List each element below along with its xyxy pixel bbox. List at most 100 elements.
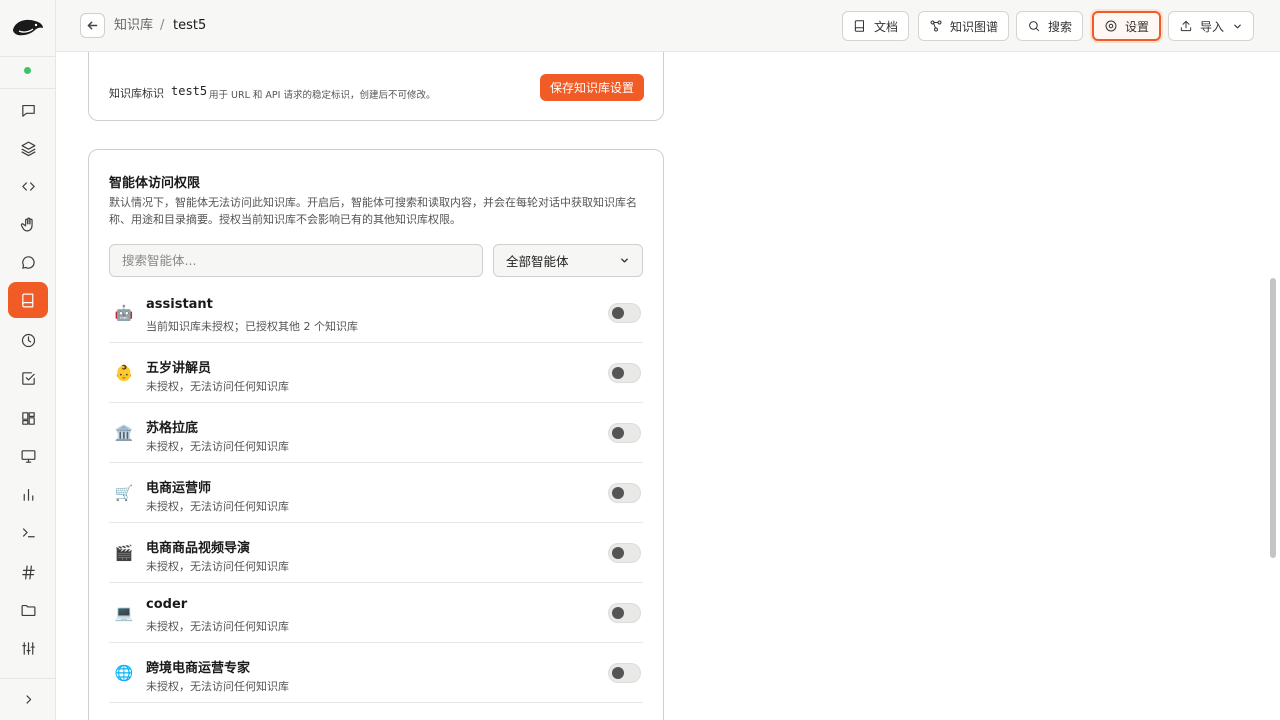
agent-name: 跨境电商运营专家 [146,661,251,676]
search-icon [1029,21,1040,32]
clock-icon [21,333,35,347]
nav-terminal[interactable] [8,514,48,550]
agent-row: 🎬 电商商品视频导演 未授权，无法访问任何知识库 [109,523,643,583]
agent-status: 未授权，无法访问任何知识库 [146,440,289,453]
agent-status: 当前知识库未授权；已授权其他 2 个知识库 [146,320,358,333]
agent-access-toggle[interactable] [608,363,641,383]
toggle-knob [612,307,624,319]
grid-icon [21,411,35,425]
nav-message[interactable] [8,244,48,280]
toggle-knob [612,367,624,379]
monitor-icon [21,449,35,463]
nav-channels[interactable] [8,554,48,590]
breadcrumb-separator: / [160,18,165,33]
search-button[interactable]: 搜索 [1016,11,1084,41]
chevron-down-icon [621,258,628,263]
sliders-icon [21,641,35,655]
agent-row: 🛒 电商运营师 未授权，无法访问任何知识库 [109,463,643,523]
agent-access-toggle[interactable] [608,543,641,563]
nav-stats[interactable] [8,476,48,512]
back-button[interactable] [80,13,105,38]
docs-button-label: 文档 [874,19,899,34]
breadcrumb-current: test5 [173,18,207,33]
agent-name: 电商商品视频导演 [146,541,251,556]
import-button-label: 导入 [1200,19,1225,34]
agent-row: 🌐 跨境电商运营专家 未授权，无法访问任何知识库 [109,643,643,703]
toggle-knob [612,487,624,499]
nav-settings[interactable] [8,630,48,666]
laptop-icon: 💻 [114,604,134,622]
nav-code[interactable] [8,168,48,204]
save-kb-settings-button[interactable]: 保存知识库设置 [540,74,644,101]
agent-name: assistant [146,297,213,312]
toggle-knob [612,427,624,439]
agent-name: 电商运营师 [146,481,212,496]
kb-id-value: test5 [171,84,208,98]
code-icon [21,181,35,191]
nav-knowledge-base[interactable] [8,282,48,318]
agent-access-toggle[interactable] [608,303,641,323]
knowledge-graph-button-label: 知识图谱 [950,19,999,34]
nav-layers[interactable] [8,130,48,166]
nav-tasks[interactable] [8,360,48,396]
docs-button[interactable]: 文档 [842,11,910,41]
toggle-knob [612,607,624,619]
agent-status: 未授权，无法访问任何知识库 [146,680,289,693]
page-scrollbar[interactable] [1270,278,1276,558]
agent-access-toggle[interactable] [608,603,641,623]
kb-id-hint: 用于 URL 和 API 请求的稳定标识，创建后不可修改。 [209,90,436,101]
agent-row: 👶 五岁讲解员 未授权，无法访问任何知识库 [109,343,643,403]
globe-icon: 🌐 [114,664,134,682]
import-button[interactable]: 导入 [1168,11,1255,41]
hand-icon [20,217,33,231]
nav-monitor[interactable] [8,438,48,474]
agent-filter-select[interactable]: 全部智能体 [493,244,643,277]
graph-icon [930,20,942,32]
child-icon: 👶 [114,364,134,382]
topbar: 知识库 / test5 文档 知识图谱 搜索 设置 导入 [56,0,1280,52]
upload-icon [1180,20,1192,32]
sidebar [0,0,56,720]
chat-icon [21,104,35,117]
nav-hand[interactable] [8,206,48,242]
book-icon [21,293,33,307]
gear-icon [1105,20,1117,32]
knowledge-graph-button[interactable]: 知识图谱 [918,11,1010,41]
agent-status: 未授权，无法访问任何知识库 [146,560,289,573]
agent-name: 苏格拉底 [146,421,199,436]
agent-access-toggle[interactable] [608,663,641,683]
agent-access-card: 智能体访问权限 默认情况下，智能体无法访问此知识库。开启后，智能体可搜索和读取内… [88,149,664,720]
checkbox-icon [21,371,35,385]
kb-settings-card: 知识库标识 test5 用于 URL 和 API 请求的稳定标识，创建后不可修改… [88,52,664,121]
agent-name: coder [146,597,188,612]
folder-icon [21,604,35,616]
terminal-icon [22,527,35,537]
clapperboard-icon: 🎬 [114,544,134,562]
section-title: 智能体访问权限 [109,176,201,191]
nav-apps[interactable] [8,400,48,436]
layers-icon [21,141,35,156]
expand-sidebar-button[interactable] [8,681,48,717]
agent-status: 未授权，无法访问任何知识库 [146,500,289,513]
toggle-knob [612,667,624,679]
sidebar-divider [0,56,56,57]
hash-icon [21,565,35,579]
agent-list: 🤖 assistant 当前知识库未授权；已授权其他 2 个知识库 👶 五岁讲解… [109,283,643,703]
agent-filter-value: 全部智能体 [506,254,569,269]
breadcrumb-parent[interactable]: 知识库 [114,17,153,35]
settings-button[interactable]: 设置 [1092,11,1162,41]
nav-files[interactable] [8,592,48,628]
app-logo[interactable] [10,14,46,44]
agent-access-toggle[interactable] [608,483,641,503]
agent-row: 💻 coder 未授权，无法访问任何知识库 [109,583,643,643]
agent-access-toggle[interactable] [608,423,641,443]
toggle-knob [612,547,624,559]
nav-chat[interactable] [8,92,48,128]
agent-search-input[interactable] [109,244,483,277]
agent-row: 🏛️ 苏格拉底 未授权，无法访问任何知识库 [109,403,643,463]
nav-history[interactable] [8,322,48,358]
section-description: 默认情况下，智能体无法访问此知识库。开启后，智能体可搜索和读取内容，并会在每轮对… [109,196,637,226]
sidebar-divider [0,88,56,89]
chevron-down-icon [1234,24,1241,28]
sidebar-divider [0,678,56,679]
